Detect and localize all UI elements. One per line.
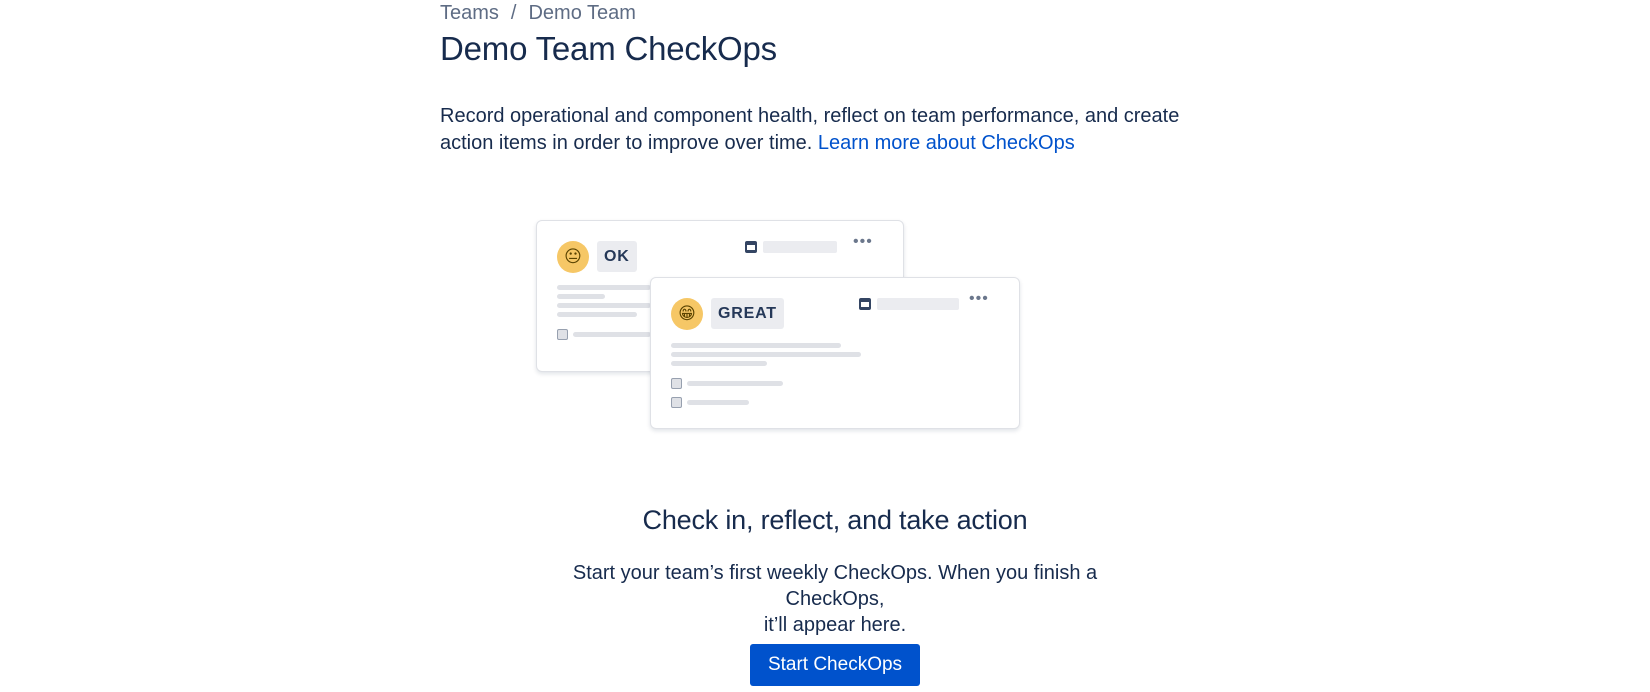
- status-tag-great: GREAT: [711, 298, 784, 329]
- neutral-face-icon: 😐: [557, 241, 589, 273]
- status-tag-ok: OK: [597, 241, 637, 272]
- more-icon: •••: [853, 233, 873, 250]
- checkops-illustration: 😐 OK ••• 😁 GREAT •••: [530, 218, 1030, 433]
- text-placeholder-line: [557, 303, 651, 308]
- breadcrumb: Teams / Demo Team: [440, 2, 636, 25]
- more-icon: •••: [969, 290, 989, 307]
- text-placeholder-line: [573, 332, 651, 337]
- text-placeholder-line: [687, 400, 749, 405]
- breadcrumb-teams-link[interactable]: Teams: [440, 2, 499, 25]
- date-placeholder: [877, 298, 959, 310]
- breadcrumb-separator: /: [510, 2, 517, 24]
- text-placeholder-line: [557, 294, 605, 299]
- illustration-card-great: 😁 GREAT •••: [650, 277, 1020, 429]
- breadcrumb-demo-team-link[interactable]: Demo Team: [528, 2, 635, 25]
- empty-state-description: Start your team’s first weekly CheckOps.…: [530, 560, 1140, 638]
- text-placeholder-line: [671, 352, 861, 357]
- text-placeholder-line: [557, 312, 637, 317]
- learn-more-link[interactable]: Learn more about CheckOps: [818, 132, 1075, 154]
- empty-state-line-2: it’ll appear here.: [763, 614, 907, 636]
- text-placeholder-line: [687, 381, 783, 386]
- text-placeholder-line: [557, 285, 651, 290]
- checkbox-icon: [671, 378, 682, 389]
- empty-state-title: Check in, reflect, and take action: [642, 505, 1028, 535]
- grinning-face-icon: 😁: [671, 298, 703, 330]
- page-title: Demo Team CheckOps: [440, 30, 777, 67]
- checkbox-icon: [671, 397, 682, 408]
- text-placeholder-line: [671, 343, 841, 348]
- text-placeholder-line: [671, 361, 767, 366]
- calendar-icon: [745, 241, 757, 253]
- start-checkops-button[interactable]: Start CheckOps: [750, 644, 920, 686]
- intro-description: Record operational and component health,…: [440, 103, 1230, 157]
- checkbox-icon: [557, 329, 568, 340]
- date-placeholder: [763, 241, 837, 253]
- empty-state-line-1: Start your team’s first weekly CheckOps.…: [572, 562, 1098, 610]
- calendar-icon: [859, 298, 871, 310]
